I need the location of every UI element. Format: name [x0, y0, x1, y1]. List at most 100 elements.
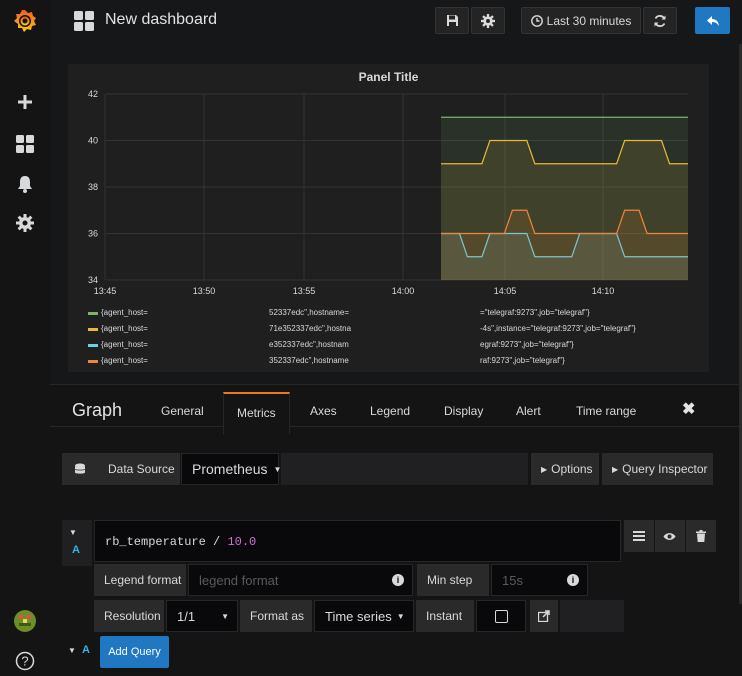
resolution-label: Resolution: [94, 600, 164, 632]
x-tick-label: 13:55: [293, 286, 316, 294]
query-help-button[interactable]: [530, 600, 558, 632]
legend-series-label[interactable]: {agent_host=: [101, 340, 148, 349]
close-editor-icon[interactable]: ✖: [682, 399, 695, 419]
datasource-value: Prometheus: [192, 461, 268, 477]
legend-series-label[interactable]: 52337edc",hostname=: [269, 308, 349, 317]
y-tick-label: 36: [88, 229, 98, 239]
refresh-button[interactable]: [643, 7, 677, 34]
query-metric: rb_temperature: [105, 535, 206, 549]
side-menu: ?: [0, 0, 50, 676]
legend-series-label[interactable]: -4s",instance="telegraf:9273",job="teleg…: [480, 324, 636, 333]
grafana-logo-icon[interactable]: [0, 6, 50, 36]
tab-metrics[interactable]: Metrics: [223, 392, 290, 435]
resolution-value: 1/1: [177, 608, 196, 624]
dashboards-icon[interactable]: [0, 132, 50, 156]
legend-format-label: Legend format: [94, 564, 186, 596]
time-picker-button[interactable]: Last 30 minutes: [521, 7, 641, 34]
editor-heading: Graph: [72, 400, 123, 420]
query-collapse[interactable]: ▼ A: [62, 520, 92, 566]
tab-time-range[interactable]: Time range: [576, 404, 636, 418]
caret-down-icon: ▼: [396, 611, 405, 621]
caret-right-icon: ▶: [612, 464, 619, 474]
graph-chart[interactable]: 42 40 38 36 3413:45 13:50 13:55 14:00 14:05 14:10: [68, 64, 709, 294]
format-as-select[interactable]: Time series ▼: [314, 600, 414, 632]
y-tick-label: 34: [88, 275, 98, 285]
plus-icon[interactable]: [0, 90, 50, 114]
delete-query-button[interactable]: [686, 520, 716, 552]
options-label: Options: [551, 462, 593, 476]
x-tick-label: 14:10: [592, 286, 615, 294]
dashboard-title[interactable]: New dashboard: [105, 11, 217, 29]
legend-series-label[interactable]: {agent_host=: [101, 356, 148, 365]
svg-text:?: ?: [21, 654, 28, 669]
legend-format-placeholder: legend format: [199, 572, 279, 588]
info-icon[interactable]: i: [392, 574, 404, 586]
save-icon: [446, 15, 458, 26]
legend-series-label[interactable]: egraf:9273",job="telegraf"}: [480, 340, 574, 349]
database-icon: [62, 453, 98, 485]
caret-down-icon: ▼: [221, 612, 229, 621]
tab-general[interactable]: General: [161, 404, 204, 418]
datasource-label: Data Source: [98, 453, 180, 485]
legend-series-label[interactable]: 71e352337edc",hostna: [269, 324, 351, 333]
instant-checkbox[interactable]: [476, 600, 526, 632]
query-number: 10.0: [227, 535, 257, 549]
legend-swatch: [88, 328, 98, 331]
legend-format-input[interactable]: legend format i: [188, 564, 413, 596]
x-tick-label: 14:05: [494, 286, 517, 294]
refresh-icon: [654, 14, 666, 27]
options-toggle[interactable]: ▶ Options: [531, 453, 599, 485]
bell-icon[interactable]: [0, 172, 50, 196]
eye-icon: [663, 532, 676, 540]
avatar[interactable]: [0, 608, 50, 634]
query-letter: A: [72, 544, 80, 556]
min-step-label: Min step: [417, 564, 489, 596]
legend-series-label[interactable]: raf:9273",job="telegraf"}: [480, 356, 565, 365]
dashboard-grid-icon[interactable]: [74, 11, 94, 36]
resolution-select[interactable]: 1/1 ▼: [166, 600, 238, 632]
query-editor[interactable]: rb_temperature / 10.0: [94, 520, 621, 562]
legend-series-label[interactable]: {agent_host=: [101, 324, 148, 333]
back-to-dashboard-button[interactable]: [695, 7, 730, 34]
toggle-query-visibility-button[interactable]: [655, 520, 685, 552]
gear-icon[interactable]: [0, 211, 50, 235]
legend-swatch: [88, 312, 98, 315]
panel-editor: Graph General Metrics Axes Legend Display Ale…: [50, 384, 742, 676]
query-operator: /: [213, 535, 221, 549]
navbar: New dashboard Last 30 minutes: [50, 0, 742, 44]
legend-series-label[interactable]: e352337edc",hostnam: [269, 340, 349, 349]
tab-display[interactable]: Display: [444, 404, 483, 418]
info-icon[interactable]: i: [567, 574, 579, 586]
query-inspector-toggle[interactable]: ▶ Query Inspector: [602, 453, 713, 485]
gear-icon: [481, 13, 495, 28]
share-icon: [538, 610, 550, 622]
next-query-letter: A: [82, 644, 90, 656]
save-button[interactable]: [435, 7, 469, 34]
legend-series-label[interactable]: {agent_host=: [101, 308, 148, 317]
legend-series-label[interactable]: 352337edc",hostname: [269, 356, 349, 365]
clock-icon: [530, 14, 543, 27]
caret-right-icon: ▶: [541, 464, 548, 474]
time-picker-label: Last 30 minutes: [546, 13, 632, 28]
x-tick-label: 14:00: [392, 286, 415, 294]
y-tick-label: 40: [88, 136, 98, 146]
min-step-placeholder: 15s: [502, 572, 523, 588]
add-query-button[interactable]: Add Query: [100, 636, 169, 668]
format-as-label: Format as: [240, 600, 312, 632]
reply-icon: [706, 15, 719, 26]
x-tick-label: 13:50: [193, 286, 216, 294]
legend-series-label[interactable]: ="telegraf:9273",job="telegraf"}: [480, 308, 590, 317]
hamburger-icon: [633, 531, 645, 541]
caret-down-icon[interactable]: ▼: [68, 646, 76, 655]
tab-axes[interactable]: Axes: [310, 404, 337, 418]
min-step-input[interactable]: 15s i: [491, 564, 588, 596]
settings-button[interactable]: [471, 7, 505, 34]
help-icon[interactable]: ?: [0, 649, 50, 673]
datasource-select[interactable]: Prometheus ▼: [181, 453, 281, 485]
checkbox-box[interactable]: [495, 609, 508, 623]
tab-alert[interactable]: Alert: [516, 404, 541, 418]
query-menu-button[interactable]: [624, 520, 654, 552]
tab-legend[interactable]: Legend: [370, 404, 410, 418]
legend-swatch: [88, 360, 98, 363]
query-inspector-label: Query Inspector: [622, 462, 708, 476]
